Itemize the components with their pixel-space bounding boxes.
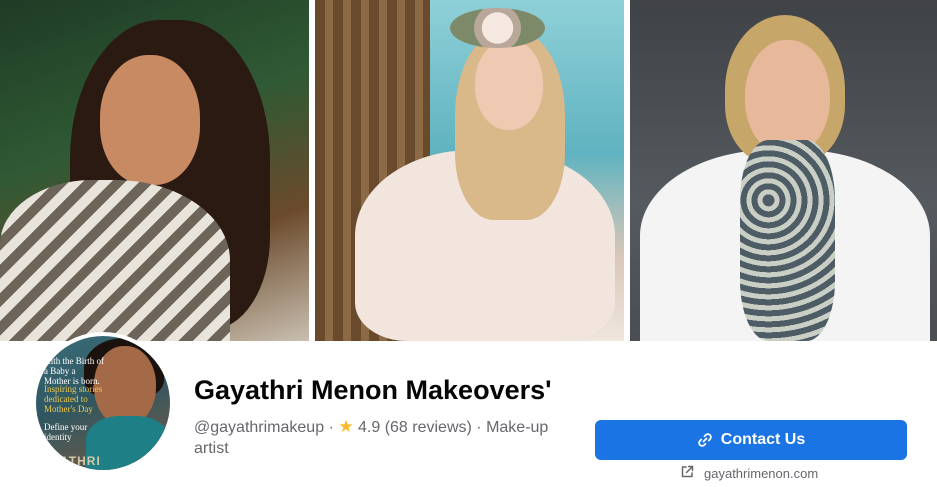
external-link-icon: [680, 465, 694, 482]
avatar: ...ith the Birth of a Baby a Mother is b…: [36, 336, 170, 470]
cover-photo-2: [315, 0, 624, 341]
profile-picture[interactable]: ...ith the Birth of a Baby a Mother is b…: [32, 332, 174, 474]
cover-photo-1: [0, 0, 309, 341]
website-link[interactable]: gayathrimenon.com: [680, 465, 818, 482]
rating-text[interactable]: 4.9 (68 reviews): [358, 419, 472, 436]
page-title: Gayathri Menon Makeovers': [194, 375, 552, 405]
contact-us-label: Contact Us: [720, 431, 806, 448]
website-label: gayathrimenon.com: [704, 466, 819, 481]
meta-separator: ·: [324, 419, 339, 436]
star-icon: ★: [338, 417, 354, 436]
profile-meta: @gayathrimakeup · ★ 4.9 (68 reviews) · M…: [194, 416, 574, 459]
avatar-cover-text-2: Inspiring stories dedicated to Mother's …: [44, 384, 103, 414]
meta-separator: ·: [471, 419, 487, 436]
page-handle: @gayathrimakeup: [194, 419, 325, 436]
cover-photo-collage[interactable]: [0, 0, 937, 341]
avatar-cover-text-1: ...ith the Birth of a Baby a Mother is b…: [44, 356, 104, 386]
cover-photo-3: [630, 0, 937, 341]
contact-us-button[interactable]: Contact Us: [595, 420, 907, 460]
avatar-cover-brand: ATHRI: [60, 454, 101, 468]
avatar-cover-text-3: Define your identity: [44, 422, 88, 442]
link-icon: [697, 432, 713, 448]
